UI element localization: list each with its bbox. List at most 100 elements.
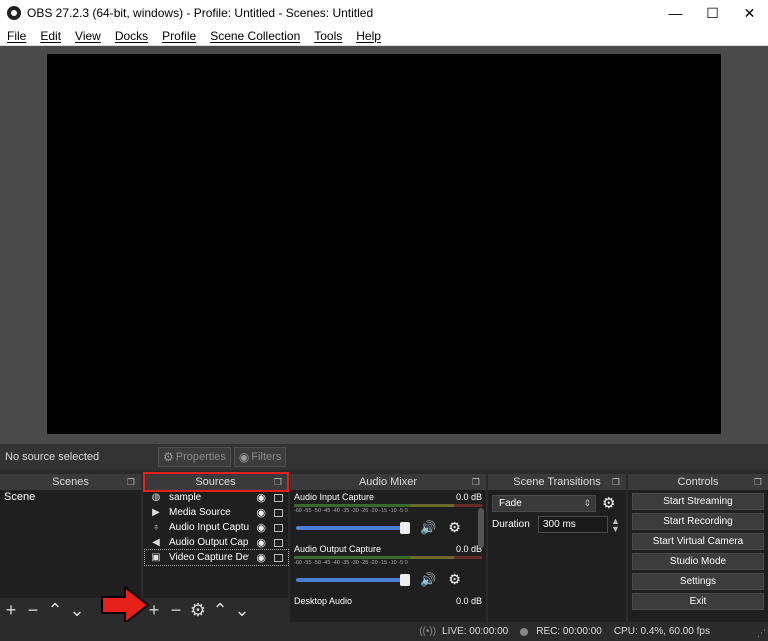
mixer-channel: Audio Output Capture 0.0 dB -60 -55 -50 … [290, 542, 486, 594]
start-streaming-button[interactable]: Start Streaming [632, 493, 764, 510]
source-item[interactable]: ▣ Video Capture Dev ◉ [144, 549, 289, 566]
lock-icon[interactable] [274, 539, 283, 547]
move-up-icon[interactable]: ⌃ [44, 598, 66, 622]
sources-highlight-box [143, 472, 289, 492]
controls-title: Controls [677, 476, 719, 488]
remove-source-icon[interactable]: − [165, 598, 187, 622]
studio-mode-button[interactable]: Studio Mode [632, 553, 764, 570]
menu-file[interactable]: File [0, 29, 33, 43]
broadcast-icon: ((•)) [419, 626, 437, 637]
menu-view[interactable]: View [68, 29, 108, 43]
properties-button[interactable]: ⚙ Properties [158, 447, 231, 467]
undock-icon[interactable]: ❐ [127, 474, 135, 490]
transitions-panel: Fade ⇕ ⚙ Duration 300 ms ▲ ▼ [488, 490, 626, 622]
exit-button[interactable]: Exit [632, 593, 764, 610]
camera-icon: ▣ [151, 552, 161, 563]
settings-button[interactable]: Settings [632, 573, 764, 590]
menu-help[interactable]: Help [349, 29, 388, 43]
add-scene-icon[interactable]: + [0, 598, 22, 622]
gear-icon[interactable]: ⚙ [448, 571, 461, 588]
source-name: Audio Input Captu [169, 522, 249, 533]
duration-label: Duration [492, 519, 530, 530]
meter-ticks: -60 -55 -50 -45 -40 -35 -30 -25 -20 -15 … [294, 508, 408, 514]
mixer-title: Audio Mixer [358, 476, 418, 488]
eye-icon[interactable]: ◉ [256, 551, 266, 564]
source-name: sample [169, 492, 202, 503]
play-icon: ▶ [152, 507, 160, 518]
mixer-channel: Audio Input Capture 0.0 dB -60 -55 -50 -… [290, 490, 486, 542]
channel-name: Audio Output Capture [294, 544, 382, 554]
undock-icon[interactable]: ❐ [472, 474, 480, 490]
start-virtual-camera-button[interactable]: Start Virtual Camera [632, 533, 764, 550]
title-bar: OBS 27.2.3 (64-bit, windows) - Profile: … [0, 0, 768, 26]
gear-icon[interactable]: ⚙ [448, 519, 461, 536]
live-time: LIVE: 00:00:00 [442, 626, 509, 637]
transitions-title: Scene Transitions [513, 476, 601, 488]
channel-db: 0.0 dB [455, 596, 482, 606]
cpu-text: CPU: 0.4%, 60.00 fps [613, 626, 710, 637]
source-item[interactable]: ▶ Media Source ◉ [145, 505, 288, 520]
remove-scene-icon[interactable]: − [22, 598, 44, 622]
transition-select[interactable]: Fade ⇕ [492, 494, 596, 512]
controls-dock: Controls ❐ Start Streaming Start Recordi… [628, 474, 768, 622]
eye-icon[interactable]: ◉ [256, 491, 266, 504]
sources-panel: ◍ sample ◉ ▶ Media Source ◉ ♁ Audio Inpu… [143, 490, 289, 622]
maximize-button[interactable]: ☐ [694, 0, 731, 26]
controls-header: Controls ❐ [628, 474, 768, 490]
volume-slider[interactable] [296, 521, 410, 534]
menu-edit[interactable]: Edit [33, 29, 68, 43]
menu-profile[interactable]: Profile [155, 29, 203, 43]
eye-icon[interactable]: ◉ [256, 506, 266, 519]
scenes-title: Scenes [52, 476, 89, 488]
gear-icon: ⚙ [163, 450, 174, 464]
speaker-icon: ◀ [152, 537, 160, 548]
sources-toolbar: + − ⚙ ⌃ ⌄ [143, 598, 288, 622]
spin-buttons-icon[interactable]: ▲ ▼ [611, 516, 620, 533]
cpu-status: CPU: 0.4%, 60.00 fps [614, 626, 710, 637]
source-item[interactable]: ◍ sample ◉ [145, 490, 288, 505]
window-controls: — ☐ ✕ [657, 0, 768, 26]
controls-panel: Start Streaming Start Recording Start Vi… [628, 490, 768, 622]
volume-slider[interactable] [296, 573, 410, 586]
scene-item[interactable]: Scene [0, 490, 141, 504]
gear-icon[interactable]: ⚙ [602, 494, 615, 512]
source-name: Video Capture Dev [169, 552, 249, 563]
close-button[interactable]: ✕ [731, 0, 768, 26]
menu-docks[interactable]: Docks [108, 29, 155, 43]
duration-input[interactable]: 300 ms [538, 516, 608, 533]
menu-scene-collection[interactable]: Scene Collection [203, 29, 307, 43]
scene-transitions-dock: Scene Transitions ❐ Fade ⇕ ⚙ Duration 30… [488, 474, 626, 622]
filters-label: Filters [251, 451, 282, 463]
speaker-icon[interactable]: 🔊 [420, 572, 436, 588]
lock-icon[interactable] [274, 494, 283, 502]
status-bar: ((•)) LIVE: 00:00:00 REC: 00:00:00 CPU: … [0, 622, 768, 641]
eye-icon[interactable]: ◉ [256, 536, 266, 549]
menu-tools[interactable]: Tools [307, 29, 349, 43]
lock-icon[interactable] [274, 509, 283, 517]
eye-icon[interactable]: ◉ [256, 521, 266, 534]
source-item[interactable]: ◀ Audio Output Cap ◉ [145, 535, 288, 550]
obs-logo-icon [7, 6, 21, 20]
minimize-button[interactable]: — [657, 0, 694, 26]
move-down-icon[interactable]: ⌄ [231, 598, 253, 622]
menu-bar: File Edit View Docks Profile Scene Colle… [0, 26, 768, 46]
source-item[interactable]: ♁ Audio Input Captu ◉ [145, 520, 288, 535]
mixer-scrollbar[interactable] [478, 508, 484, 548]
source-name: Media Source [169, 507, 231, 518]
speaker-icon[interactable]: 🔊 [420, 520, 436, 536]
channel-name: Desktop Audio [294, 596, 353, 606]
move-down-icon[interactable]: ⌄ [66, 598, 88, 622]
audio-mixer-dock: Audio Mixer ❐ Audio Input Capture 0.0 dB… [290, 474, 486, 622]
lock-icon[interactable] [274, 554, 283, 562]
undock-icon[interactable]: ❐ [612, 474, 620, 490]
source-settings-icon[interactable]: ⚙ [187, 598, 209, 622]
lock-icon[interactable] [274, 524, 283, 532]
mixer-header: Audio Mixer ❐ [290, 474, 486, 490]
start-recording-button[interactable]: Start Recording [632, 513, 764, 530]
undock-icon[interactable]: ❐ [754, 474, 762, 490]
resize-grip-icon[interactable]: ⋰ [757, 628, 766, 639]
preview-canvas[interactable] [47, 54, 721, 434]
meter-ticks: -60 -55 -50 -45 -40 -35 -30 -25 -20 -15 … [294, 560, 408, 566]
move-up-icon[interactable]: ⌃ [209, 598, 231, 622]
filters-button[interactable]: ◉ Filters [233, 447, 287, 467]
